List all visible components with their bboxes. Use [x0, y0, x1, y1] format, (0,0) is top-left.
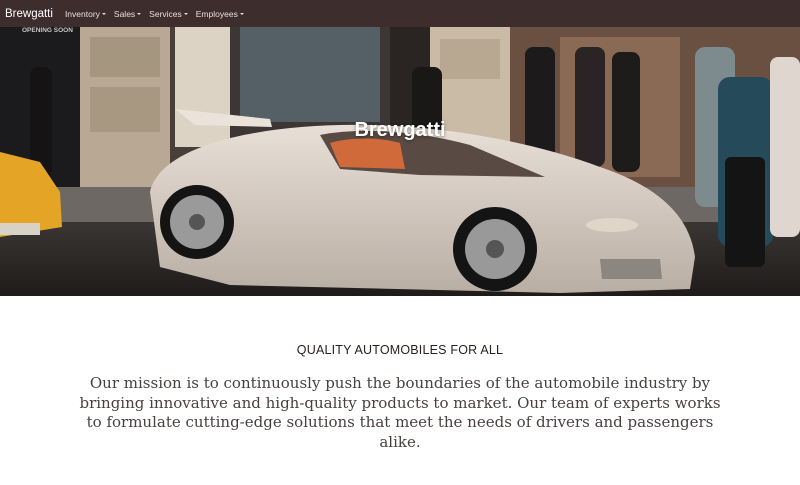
hero-photo-car-on-street [0, 27, 800, 296]
caret-down-icon [137, 12, 142, 15]
nav-dropdown-inventory[interactable]: Inventory [65, 9, 106, 19]
nav-item-label: Inventory [64, 8, 100, 19]
nav-dropdown-employees[interactable]: Employees [196, 9, 244, 19]
tagline-heading: QUALITY AUTOMOBILES FOR ALL [296, 343, 504, 357]
nav-item-label: Services [149, 8, 182, 19]
nav-item-label: Sales [113, 8, 136, 19]
nav-item-label: Employees [195, 8, 238, 19]
caret-down-icon [183, 12, 188, 15]
mission-statement: Our mission is to continuously push the … [79, 374, 721, 451]
hero-title: Brewgatti [354, 119, 446, 141]
brand-logo-link[interactable]: Brewgatti [5, 8, 53, 20]
nav-dropdown-sales[interactable]: Sales [113, 8, 142, 19]
nav-dropdown-services[interactable]: Services [149, 9, 188, 19]
caret-down-icon [239, 12, 244, 15]
storefront-sign: OPENING SOON [22, 27, 73, 34]
hero-banner: Brewgatti OPENING SOON [0, 27, 800, 296]
caret-down-icon [101, 12, 106, 15]
top-navbar: Brewgatti Inventory Sales Services Emplo… [0, 0, 800, 27]
